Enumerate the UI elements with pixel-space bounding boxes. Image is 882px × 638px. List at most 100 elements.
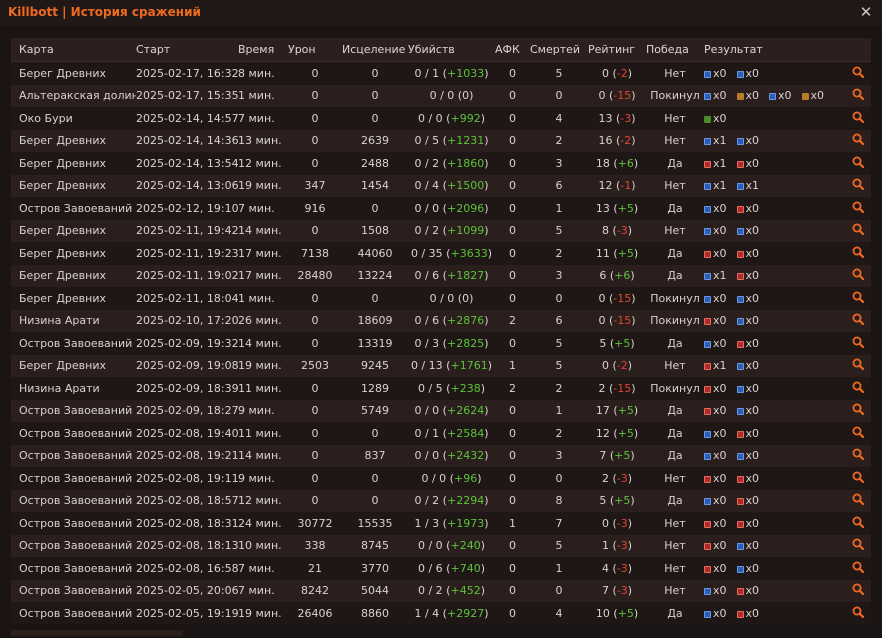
magnifier-icon[interactable]: [852, 583, 864, 596]
table-row[interactable]: Остров Завоеваний 2025-02-12, 19:10 7 мин.…: [11, 197, 871, 220]
magnifier-icon[interactable]: [852, 448, 864, 461]
column-header-map[interactable]: Карта: [11, 38, 136, 62]
result-count: x0: [713, 471, 727, 485]
team-flag-icon: [704, 160, 711, 168]
magnifier-icon[interactable]: [852, 246, 864, 258]
magnifier-icon[interactable]: [852, 336, 864, 348]
magnifier-icon[interactable]: [852, 268, 864, 281]
magnifier-icon[interactable]: [852, 66, 864, 78]
table-row[interactable]: Остров Завоеваний 2025-02-05, 19:19 19 мин…: [11, 602, 871, 624]
table-row[interactable]: Остров Завоеваний 2025-02-08, 19:11 9 мин.…: [11, 467, 871, 490]
table-row[interactable]: Низина Арати 2025-02-09, 18:39 11 мин. 0 128…: [11, 377, 871, 400]
cell-deaths: 5: [530, 219, 588, 242]
table-row[interactable]: Берег Древних 2025-02-09, 19:08 19 мин. 250…: [11, 354, 871, 377]
table-row[interactable]: Берег Древних 2025-02-11, 19:02 17 мин. 284…: [11, 264, 871, 287]
magnifier-icon[interactable]: [852, 156, 864, 168]
magnifier-icon[interactable]: [852, 471, 864, 483]
cell-win: Нет: [646, 579, 704, 602]
magnifier-icon[interactable]: [852, 291, 864, 303]
magnifier-icon[interactable]: [852, 201, 864, 213]
cell-deaths: 0: [530, 467, 588, 490]
table-row[interactable]: Берег Древних 2025-02-11, 18:04 1 мин. 0 0 0 …: [11, 287, 871, 310]
column-header-start[interactable]: Старт: [136, 38, 238, 62]
table-row[interactable]: Берег Древних 2025-02-11, 19:42 14 мин. 0 15…: [11, 219, 871, 242]
column-header-deaths[interactable]: Смертей: [530, 38, 588, 62]
magnifier-icon[interactable]: [852, 606, 864, 618]
table-header-row: Карта Старт Время Урон Исцеление Убийств…: [11, 38, 871, 62]
cell-afk: 0: [495, 264, 530, 287]
table-row[interactable]: Низина Арати 2025-02-10, 17:20 26 мин. 0 186…: [11, 309, 871, 332]
kills-value: 0 / 6: [417, 561, 443, 575]
table-row[interactable]: Остров Завоеваний 2025-02-08, 18:57 12 мин…: [11, 489, 871, 512]
cell-afk: 2: [495, 377, 530, 400]
magnifier-icon[interactable]: [852, 493, 864, 506]
close-icon[interactable]: ✕: [858, 3, 874, 21]
kills-value: 1 / 4: [414, 606, 440, 620]
rating-delta: -3: [620, 111, 632, 125]
table-row[interactable]: Берег Древних 2025-02-11, 19:23 17 мин. 713…: [11, 242, 871, 265]
cell-win: Да: [646, 489, 704, 512]
magnifier-icon[interactable]: [852, 516, 864, 528]
cell-afk: 0: [495, 332, 530, 355]
cell-time: 11 мин.: [238, 422, 288, 445]
table-row[interactable]: Берег Древних 2025-02-17, 16:32 8 мин. 0 0 0 …: [11, 61, 871, 85]
cell-deaths: 0: [530, 84, 588, 107]
column-header-kills[interactable]: Убийств: [408, 38, 495, 62]
team-flag-icon: [704, 295, 711, 303]
table-row[interactable]: Остров Завоеваний 2025-02-08, 18:13 10 мин…: [11, 534, 871, 557]
result-count: x0: [745, 426, 760, 440]
cell-time: 12 мин.: [238, 152, 288, 175]
table-row[interactable]: Остров Завоеваний 2025-02-08, 16:58 7 мин.…: [11, 557, 871, 580]
cell-map: Остров Завоеваний: [11, 467, 136, 490]
kills-honor-delta: +1500: [446, 179, 485, 193]
magnifier-icon[interactable]: [852, 313, 864, 326]
table-row[interactable]: Остров Завоеваний 2025-02-09, 18:27 9 мин.…: [11, 399, 871, 422]
result-item: x0: [704, 539, 727, 552]
magnifier-icon[interactable]: [852, 223, 864, 236]
magnifier-icon[interactable]: [852, 426, 864, 438]
magnifier-icon[interactable]: [852, 403, 864, 416]
column-header-healing[interactable]: Исцеление: [342, 38, 408, 62]
table-row[interactable]: Остров Завоеваний 2025-02-08, 19:40 11 мин…: [11, 422, 871, 445]
column-header-time[interactable]: Время: [238, 38, 288, 62]
magnifier-icon[interactable]: [852, 88, 864, 101]
result-count: x0: [713, 584, 727, 598]
magnifier-icon[interactable]: [852, 358, 864, 371]
team-flag-icon: [704, 318, 711, 326]
team-flag-icon: [736, 363, 744, 371]
cell-damage: 0: [288, 61, 342, 85]
magnifier-icon[interactable]: [852, 133, 864, 146]
column-header-win[interactable]: Победа: [646, 38, 704, 62]
magnifier-icon[interactable]: [852, 381, 864, 393]
cell-deaths: 3: [530, 444, 588, 467]
table-row[interactable]: Альтеракская долина 2025-02-17, 15:35 1 ми…: [11, 84, 871, 107]
team-flag-icon: [736, 565, 744, 573]
cell-result: x0 x0: [704, 444, 844, 467]
table-row[interactable]: Берег Древних 2025-02-14, 13:54 12 мин. 0 24…: [11, 152, 871, 175]
magnifier-icon[interactable]: [852, 111, 864, 123]
cell-healing: 8745: [342, 534, 408, 557]
kills-value: 0 / 0: [414, 404, 440, 418]
column-header-result[interactable]: Результат: [704, 38, 844, 62]
result-count: x0: [745, 89, 760, 103]
table-row[interactable]: Берег Древних 2025-02-14, 13:06 19 мин. 347…: [11, 174, 871, 197]
table-row[interactable]: Око Бури 2025-02-14, 14:57 7 мин. 0 0 0 / 0 (…: [11, 107, 871, 130]
magnifier-icon[interactable]: [852, 561, 864, 573]
table-row[interactable]: Остров Завоеваний 2025-02-08, 19:21 14 мин…: [11, 444, 871, 467]
magnifier-icon[interactable]: [852, 178, 864, 191]
cell-kills: 0 / 0 (+992): [408, 107, 495, 130]
column-header-rating[interactable]: Рейтинг: [588, 38, 646, 62]
table-row[interactable]: Остров Завоеваний 2025-02-05, 20:06 7 мин.…: [11, 579, 871, 602]
team-flag-icon: [736, 318, 744, 326]
cell-damage: 338: [288, 534, 342, 557]
table-row[interactable]: Берег Древних 2025-02-14, 14:36 13 мин. 0 26…: [11, 129, 871, 152]
cell-deaths: 2: [530, 422, 588, 445]
column-header-damage[interactable]: Урон: [288, 38, 342, 62]
horizontal-scrollbar[interactable]: [11, 630, 183, 636]
table-row[interactable]: Остров Завоеваний 2025-02-08, 18:31 24 мин…: [11, 512, 871, 535]
column-header-afk[interactable]: АФК: [495, 38, 530, 62]
table-row[interactable]: Остров Завоеваний 2025-02-09, 19:32 14 мин…: [11, 332, 871, 355]
magnifier-icon[interactable]: [852, 538, 864, 551]
cell-result: x1 x0: [704, 129, 844, 152]
cell-kills: 1 / 3 (+1973): [408, 512, 495, 535]
